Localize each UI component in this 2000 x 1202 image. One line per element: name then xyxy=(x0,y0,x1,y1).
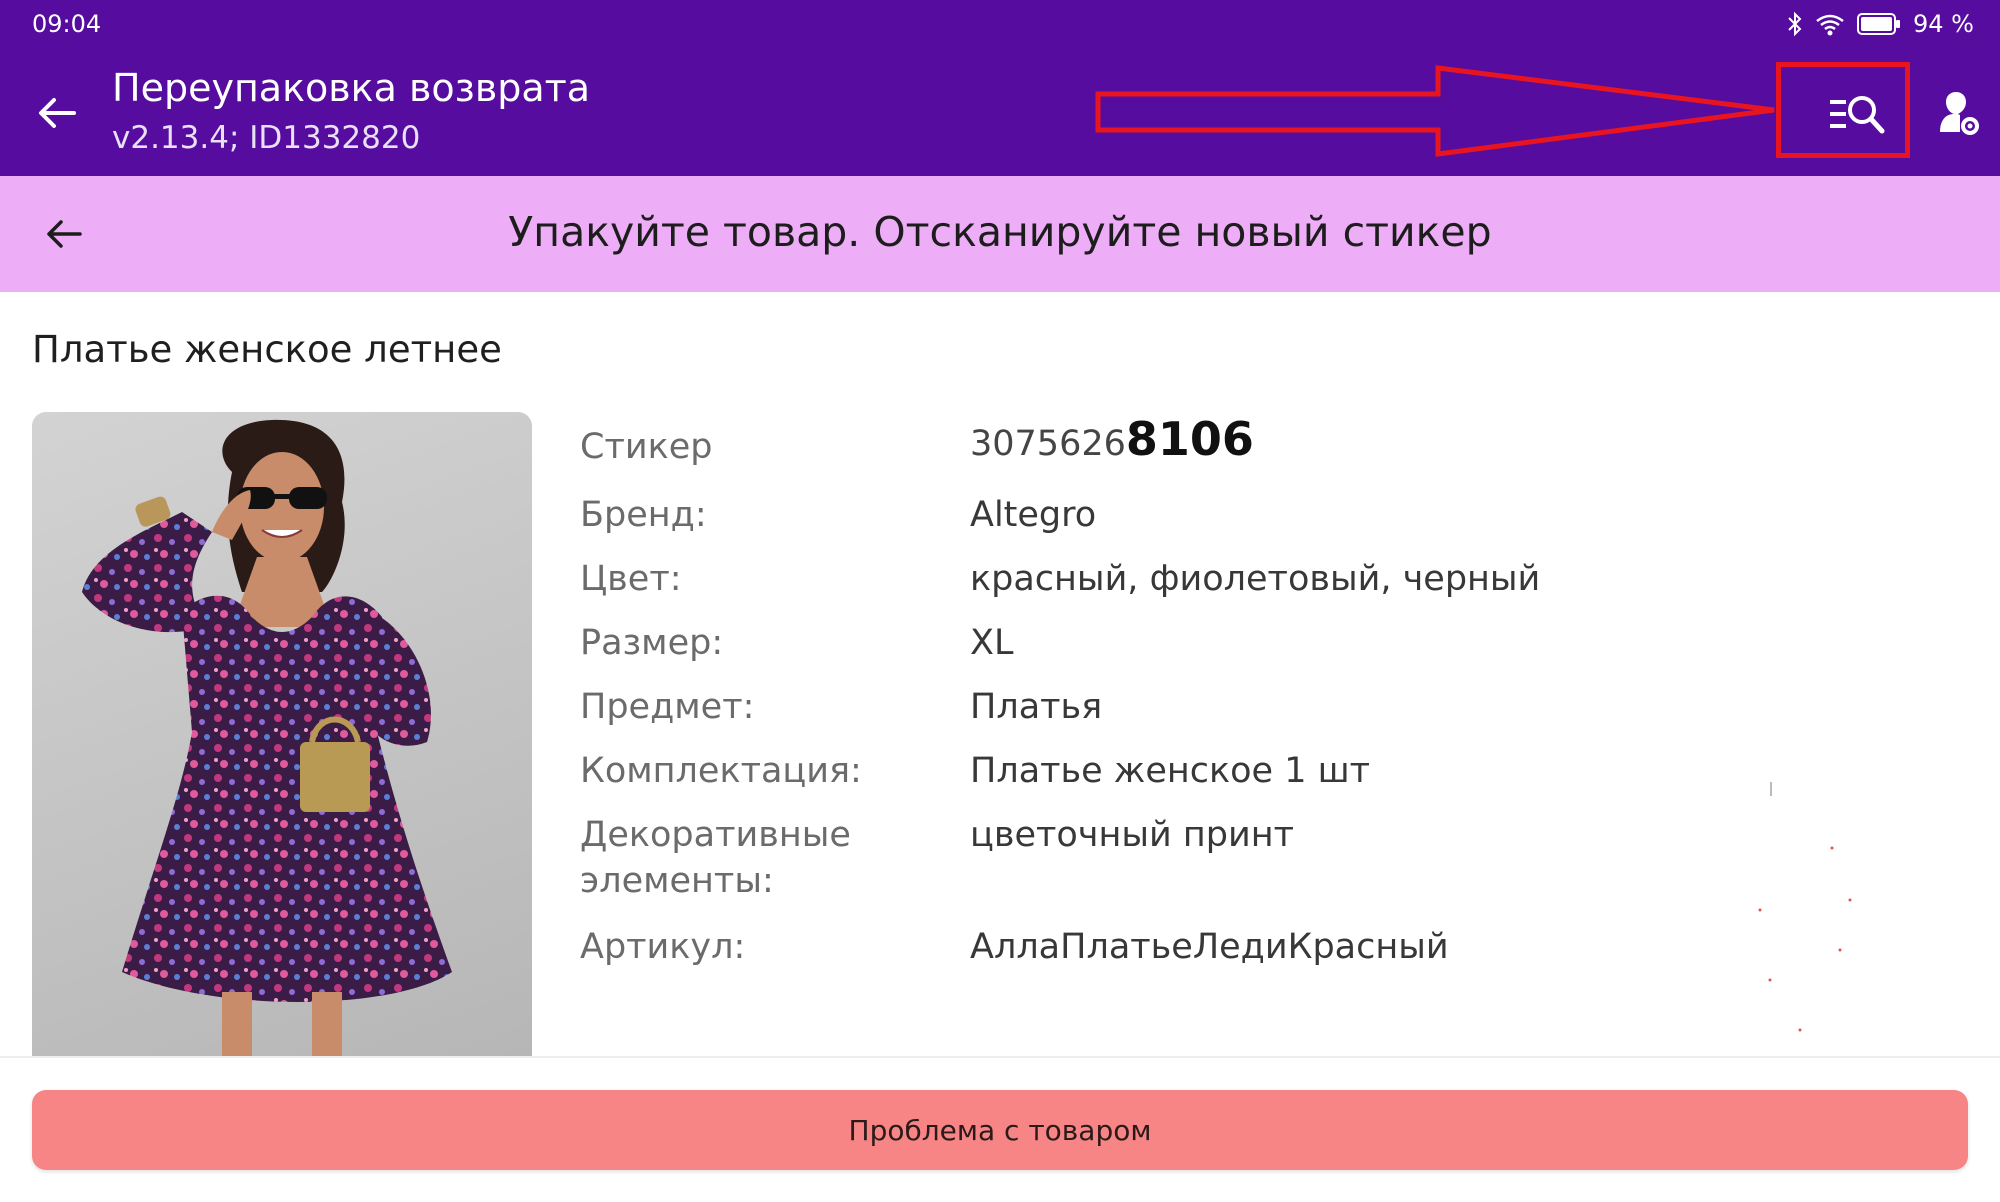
problem-with-item-button[interactable]: Проблема с товаром xyxy=(32,1090,1968,1170)
app-title: Переупаковка возврата xyxy=(112,66,591,110)
attr-label: Декоративные элементы: xyxy=(580,815,851,901)
decorative-dots xyxy=(1758,782,1852,1032)
status-time: 09:04 xyxy=(32,10,102,38)
attr-label: Стикер xyxy=(580,427,713,467)
step-instruction: Упакуйте товар. Отсканируйте новый стике… xyxy=(508,208,1492,256)
attr-value: Altegro xyxy=(970,495,1097,535)
product-title: Платье женское летнее xyxy=(32,328,502,371)
attr-label: Размер: xyxy=(580,623,724,663)
wifi-icon xyxy=(1816,14,1844,36)
product-photo-dress xyxy=(82,419,452,1062)
attr-value: Платье женское 1 шт xyxy=(970,751,1371,791)
back-arrow-icon[interactable] xyxy=(32,88,82,138)
attr-label: Бренд: xyxy=(580,495,707,535)
attr-label: Цвет: xyxy=(580,559,682,599)
battery-percent: 94 % xyxy=(1913,10,1974,38)
app-version: v2.13.4; ID1332820 xyxy=(112,120,421,156)
bluetooth-icon xyxy=(1788,11,1802,37)
attr-value: Платья xyxy=(970,687,1103,727)
status-icons: 94 % xyxy=(1787,10,1974,38)
attr-value: красный, фиолетовый, черный xyxy=(970,559,1541,599)
product-photo xyxy=(32,412,532,1062)
attr-value: цветочный принт xyxy=(970,815,1294,855)
sticker-value: 30756268106 xyxy=(970,416,1254,467)
attr-value: XL xyxy=(970,623,1014,663)
status-bar: 09:04 94 % xyxy=(0,0,2000,48)
step-banner: Упакуйте товар. Отсканируйте новый стике… xyxy=(0,176,2000,292)
annotation-highlight-box xyxy=(1776,62,1910,158)
attr-label: Предмет: xyxy=(580,687,755,727)
footer: Проблема с товаром xyxy=(0,1056,2000,1202)
annotation-arrow xyxy=(1095,65,1775,157)
sticker-suffix: 8106 xyxy=(1125,412,1254,466)
sticker-prefix: 3075626 xyxy=(970,424,1126,464)
attr-label: Артикул: xyxy=(580,927,746,967)
attr-value: АллаПлатьеЛедиКрасный xyxy=(970,927,1449,967)
battery-icon xyxy=(1857,13,1901,35)
user-settings-icon[interactable] xyxy=(1934,90,1982,138)
attr-label: Комплектация: xyxy=(580,751,862,791)
